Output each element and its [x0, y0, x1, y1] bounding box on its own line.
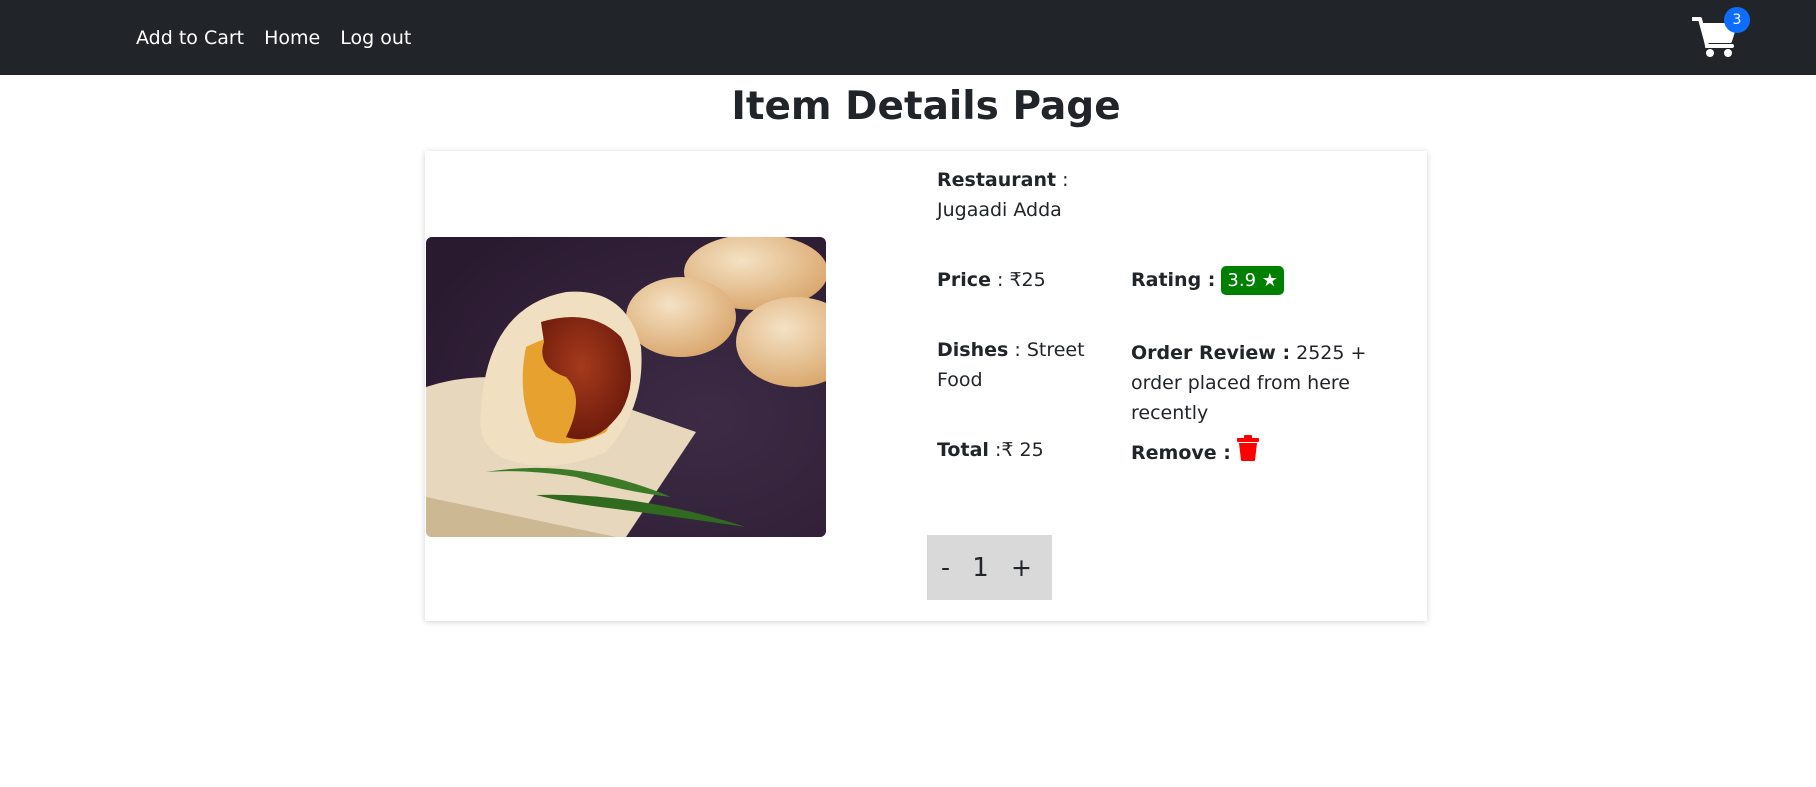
price-label: Price	[937, 269, 991, 291]
remove-label: Remove :	[1131, 441, 1231, 464]
trash-icon[interactable]	[1236, 435, 1259, 470]
dishes-label: Dishes	[937, 339, 1009, 361]
cart-button[interactable]: 3	[1692, 7, 1750, 58]
price-field: Price : ₹25	[937, 269, 1046, 291]
total-field: Total :₹ 25	[937, 439, 1044, 461]
quantity-value: 1	[972, 552, 989, 583]
restaurant-value: Jugaadi Adda	[937, 199, 1062, 221]
nav-links: Add to Cart Home Log out	[136, 0, 431, 75]
nav-logout-link[interactable]: Log out	[340, 27, 411, 49]
price-value: ₹25	[1009, 269, 1046, 291]
restaurant-field: Restaurant : Jugaadi Adda	[937, 169, 1069, 221]
food-image	[426, 237, 826, 537]
decrease-quantity-button[interactable]: -	[941, 553, 950, 582]
page-title: Item Details Page	[731, 84, 1121, 129]
nav-add-to-cart-link[interactable]: Add to Cart	[136, 27, 244, 49]
restaurant-label: Restaurant	[937, 169, 1057, 191]
total-value: ₹ 25	[1001, 439, 1044, 461]
rating-label: Rating :	[1131, 269, 1216, 291]
quantity-stepper: - 1 +	[927, 535, 1052, 600]
remove-field: Remove :	[1131, 435, 1331, 470]
rating-field: Rating : 3.9 ★	[1131, 265, 1391, 295]
nav-home-link[interactable]: Home	[264, 27, 320, 49]
order-review-field: Order Review : 2525 + order placed from …	[1131, 338, 1401, 428]
navbar: Add to Cart Home Log out 3	[0, 0, 1816, 75]
cart-count-badge: 3	[1724, 7, 1750, 33]
order-review-label: Order Review :	[1131, 342, 1291, 364]
total-label: Total	[937, 439, 989, 461]
increase-quantity-button[interactable]: +	[1011, 553, 1032, 582]
rating-badge: 3.9 ★	[1221, 265, 1284, 295]
dishes-field: Dishes : Street Food	[937, 339, 1085, 391]
